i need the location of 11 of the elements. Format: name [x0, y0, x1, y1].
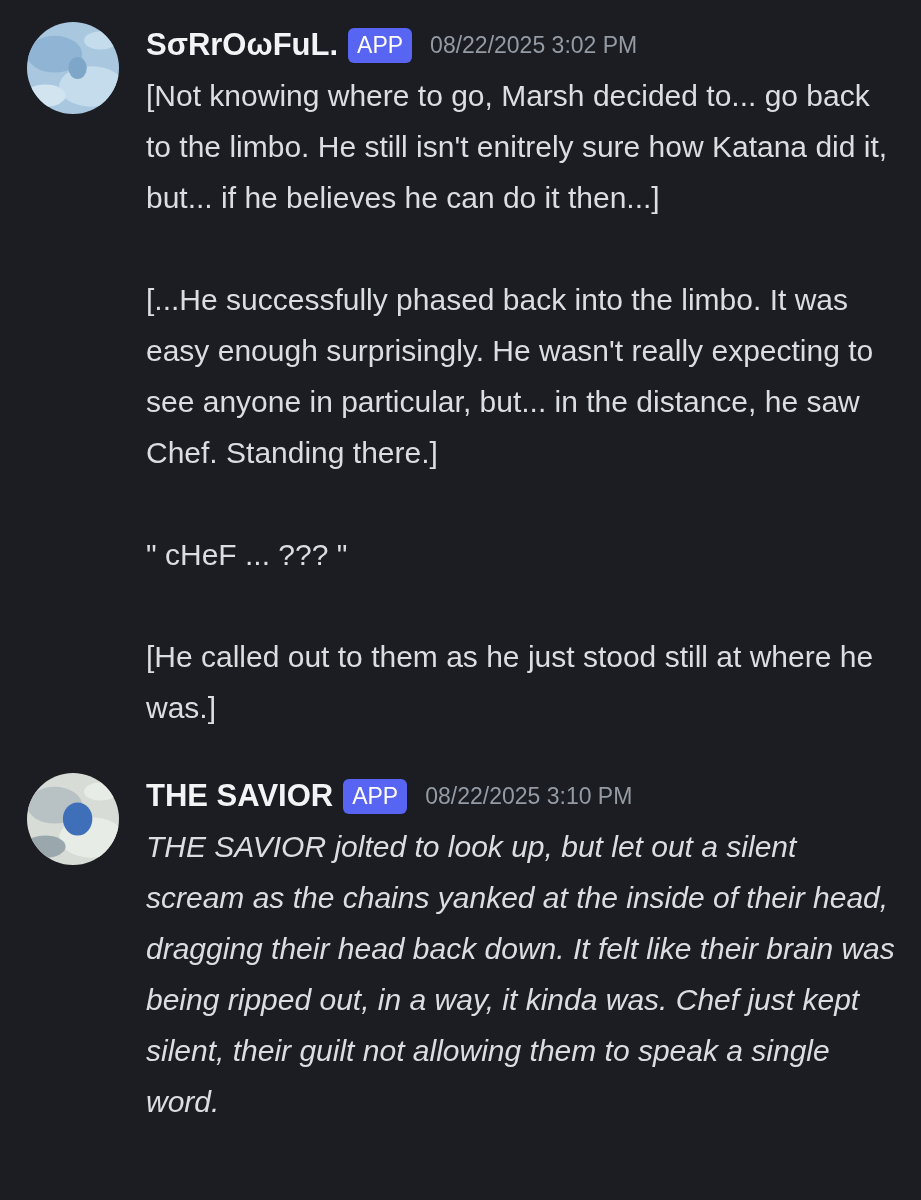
timestamp: 08/22/2025 3:02 PM	[430, 31, 638, 59]
author-name: THE SAVIOR	[146, 778, 334, 814]
message-text: [He called out to them as he just stood still at where he was.]	[146, 639, 875, 726]
author-name: SσRrOωFuL.	[146, 27, 339, 63]
message-text: " cHeF ... ??? "	[146, 537, 349, 573]
app-badge: APP	[348, 27, 413, 63]
app-badge: APP	[343, 778, 408, 814]
message-text: [...He successfully phased back into the limbo. It was easy enough surprisingly. He wasn't really expecting to see anyone in particular, but... in the distance, he saw Chef. Standing there.]	[146, 282, 875, 471]
timestamp: 08/22/2025 3:10 PM	[425, 782, 633, 810]
message-text: THE SAVIOR jolted to look up, but let out a silent scream as the chains yanked at the inside of their head, dragging their head back down. It felt like their brain was being ripped out, in a way, it kinda was. Chef just kept silent, their guilt not allowing them to speak a single word.	[146, 829, 896, 1120]
message-text: [Not knowing where to go, Marsh decided to... go back to the limbo. He still isn't enitrely sure how Katana did it, but... if he believes he can do it then...]	[146, 78, 889, 216]
